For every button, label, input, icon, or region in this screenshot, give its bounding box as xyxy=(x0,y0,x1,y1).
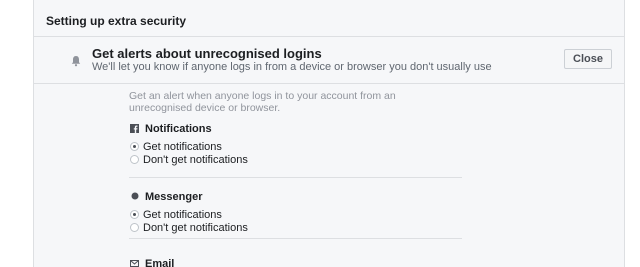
notifications-heading: Notifications xyxy=(129,122,429,136)
close-button[interactable]: Close xyxy=(564,49,612,69)
radio-button-checked[interactable] xyxy=(130,142,139,151)
radio-button[interactable] xyxy=(130,223,139,232)
email-icon xyxy=(129,258,140,267)
radio-button[interactable] xyxy=(130,155,139,164)
section-title: Setting up extra security xyxy=(34,6,624,37)
alerts-description: Get an alert when anyone logs in to your… xyxy=(129,90,396,114)
security-panel: Setting up extra security Get alerts abo… xyxy=(33,0,625,267)
divider xyxy=(129,238,462,239)
email-title: Email xyxy=(145,258,175,267)
login-alerts-header: Get alerts about unrecognised logins We'… xyxy=(34,36,624,84)
facebook-icon xyxy=(129,123,140,137)
email-group: Email xyxy=(129,257,429,267)
messenger-get-option[interactable]: Get notifications xyxy=(129,209,429,222)
option-label: Get notifications xyxy=(143,141,222,153)
alerts-settings: Get an alert when anyone logs in to your… xyxy=(129,90,429,267)
login-alerts-subtitle: We'll let you know if anyone logs in fro… xyxy=(92,61,492,73)
email-heading: Email xyxy=(129,257,429,267)
divider xyxy=(129,177,462,178)
login-alerts-title: Get alerts about unrecognised logins xyxy=(92,46,322,61)
notifications-group: Notifications Get notifications Don't ge… xyxy=(129,122,429,167)
notifications-title: Notifications xyxy=(145,123,212,135)
messenger-icon xyxy=(129,191,140,205)
notifications-dont-get-option[interactable]: Don't get notifications xyxy=(129,154,429,167)
messenger-group: Messenger Get notifications Don't get no… xyxy=(129,190,429,235)
messenger-title: Messenger xyxy=(145,191,203,203)
radio-button-checked[interactable] xyxy=(130,210,139,219)
option-label: Don't get notifications xyxy=(143,154,248,166)
option-label: Don't get notifications xyxy=(143,222,248,234)
messenger-heading: Messenger xyxy=(129,190,429,204)
option-label: Get notifications xyxy=(143,209,222,221)
notifications-get-option[interactable]: Get notifications xyxy=(129,141,429,154)
messenger-dont-get-option[interactable]: Don't get notifications xyxy=(129,222,429,235)
bell-icon xyxy=(70,54,82,67)
